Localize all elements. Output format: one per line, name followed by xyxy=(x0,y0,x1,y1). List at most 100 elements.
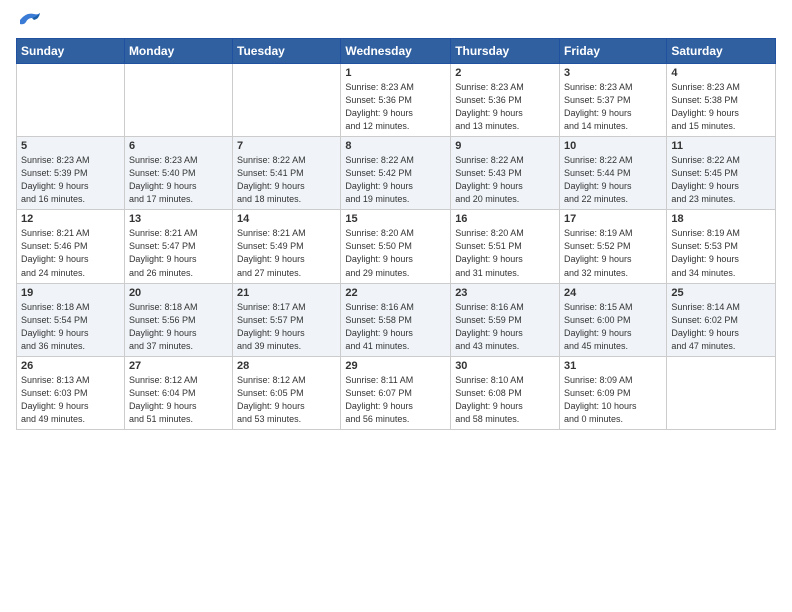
calendar-cell xyxy=(667,356,776,429)
day-info: Sunrise: 8:21 AM Sunset: 5:46 PM Dayligh… xyxy=(21,227,120,279)
calendar-cell xyxy=(124,64,232,137)
calendar-cell: 18 Sunrise: 8:19 AM Sunset: 5:53 PM Dayli… xyxy=(667,210,776,283)
calendar-cell: 8 Sunrise: 8:22 AM Sunset: 5:42 PM Daylig… xyxy=(341,137,451,210)
day-info: Sunrise: 8:23 AM Sunset: 5:38 PM Dayligh… xyxy=(671,81,771,133)
calendar-cell: 28 Sunrise: 8:12 AM Sunset: 6:05 PM Dayli… xyxy=(233,356,341,429)
day-number: 30 xyxy=(455,360,555,372)
day-info: Sunrise: 8:23 AM Sunset: 5:39 PM Dayligh… xyxy=(21,154,120,206)
calendar-cell: 24 Sunrise: 8:15 AM Sunset: 6:00 PM Dayli… xyxy=(560,283,667,356)
calendar-cell: 21Sunrise: 8:17 AM Sunset: 5:57 PM Dayli… xyxy=(233,283,341,356)
weekday-header: Saturday xyxy=(667,39,776,64)
day-number: 9 xyxy=(455,140,555,152)
day-number: 22 xyxy=(345,287,446,299)
day-number: 27 xyxy=(129,360,228,372)
day-info: Sunrise: 8:18 AM Sunset: 5:54 PM Dayligh… xyxy=(21,301,120,353)
day-number: 16 xyxy=(455,213,555,225)
header xyxy=(16,10,776,30)
day-number: 14 xyxy=(237,213,336,225)
calendar-cell: 19Sunrise: 8:18 AM Sunset: 5:54 PM Dayli… xyxy=(17,283,125,356)
day-info: Sunrise: 8:23 AM Sunset: 5:36 PM Dayligh… xyxy=(345,81,446,133)
day-number: 24 xyxy=(564,287,662,299)
calendar-cell xyxy=(17,64,125,137)
day-number: 28 xyxy=(237,360,336,372)
calendar-week-row: 1 Sunrise: 8:23 AM Sunset: 5:36 PM Daylig… xyxy=(17,64,776,137)
calendar-cell: 4 Sunrise: 8:23 AM Sunset: 5:38 PM Daylig… xyxy=(667,64,776,137)
day-info: Sunrise: 8:19 AM Sunset: 5:53 PM Dayligh… xyxy=(671,227,771,279)
day-info: Sunrise: 8:23 AM Sunset: 5:36 PM Dayligh… xyxy=(455,81,555,133)
day-number: 20 xyxy=(129,287,228,299)
day-number: 6 xyxy=(129,140,228,152)
calendar-cell: 2 Sunrise: 8:23 AM Sunset: 5:36 PM Daylig… xyxy=(451,64,560,137)
day-number: 26 xyxy=(21,360,120,372)
day-number: 13 xyxy=(129,213,228,225)
calendar-cell: 11 Sunrise: 8:22 AM Sunset: 5:45 PM Dayli… xyxy=(667,137,776,210)
calendar-cell: 13Sunrise: 8:21 AM Sunset: 5:47 PM Dayli… xyxy=(124,210,232,283)
calendar-cell: 30 Sunrise: 8:10 AM Sunset: 6:08 PM Dayli… xyxy=(451,356,560,429)
weekday-header: Tuesday xyxy=(233,39,341,64)
calendar-cell: 20 Sunrise: 8:18 AM Sunset: 5:56 PM Dayli… xyxy=(124,283,232,356)
logo xyxy=(16,10,42,30)
day-info: Sunrise: 8:22 AM Sunset: 5:43 PM Dayligh… xyxy=(455,154,555,206)
page: SundayMondayTuesdayWednesdayThursdayFrid… xyxy=(0,0,792,612)
calendar-cell: 26 Sunrise: 8:13 AM Sunset: 6:03 PM Dayli… xyxy=(17,356,125,429)
calendar-week-row: 19Sunrise: 8:18 AM Sunset: 5:54 PM Dayli… xyxy=(17,283,776,356)
day-number: 23 xyxy=(455,287,555,299)
day-number: 4 xyxy=(671,67,771,79)
calendar-cell: 1 Sunrise: 8:23 AM Sunset: 5:36 PM Daylig… xyxy=(341,64,451,137)
day-info: Sunrise: 8:20 AM Sunset: 5:50 PM Dayligh… xyxy=(345,227,446,279)
day-info: Sunrise: 8:16 AM Sunset: 5:59 PM Dayligh… xyxy=(455,301,555,353)
day-info: Sunrise: 8:11 AM Sunset: 6:07 PM Dayligh… xyxy=(345,374,446,426)
day-info: Sunrise: 8:16 AM Sunset: 5:58 PM Dayligh… xyxy=(345,301,446,353)
weekday-header: Wednesday xyxy=(341,39,451,64)
calendar-cell: 23 Sunrise: 8:16 AM Sunset: 5:59 PM Dayli… xyxy=(451,283,560,356)
calendar-week-row: 5 Sunrise: 8:23 AM Sunset: 5:39 PM Daylig… xyxy=(17,137,776,210)
day-number: 18 xyxy=(671,213,771,225)
day-number: 2 xyxy=(455,67,555,79)
day-info: Sunrise: 8:17 AM Sunset: 5:57 PM Dayligh… xyxy=(237,301,336,353)
day-info: Sunrise: 8:20 AM Sunset: 5:51 PM Dayligh… xyxy=(455,227,555,279)
day-number: 11 xyxy=(671,140,771,152)
day-number: 7 xyxy=(237,140,336,152)
day-info: Sunrise: 8:22 AM Sunset: 5:44 PM Dayligh… xyxy=(564,154,662,206)
day-info: Sunrise: 8:09 AM Sunset: 6:09 PM Dayligh… xyxy=(564,374,662,426)
day-info: Sunrise: 8:22 AM Sunset: 5:42 PM Dayligh… xyxy=(345,154,446,206)
day-info: Sunrise: 8:22 AM Sunset: 5:45 PM Dayligh… xyxy=(671,154,771,206)
calendar-cell: 17 Sunrise: 8:19 AM Sunset: 5:52 PM Dayli… xyxy=(560,210,667,283)
calendar: SundayMondayTuesdayWednesdayThursdayFrid… xyxy=(16,38,776,430)
calendar-cell: 5 Sunrise: 8:23 AM Sunset: 5:39 PM Daylig… xyxy=(17,137,125,210)
day-number: 5 xyxy=(21,140,120,152)
calendar-cell: 22 Sunrise: 8:16 AM Sunset: 5:58 PM Dayli… xyxy=(341,283,451,356)
day-number: 31 xyxy=(564,360,662,372)
day-number: 12 xyxy=(21,213,120,225)
day-info: Sunrise: 8:12 AM Sunset: 6:04 PM Dayligh… xyxy=(129,374,228,426)
day-info: Sunrise: 8:15 AM Sunset: 6:00 PM Dayligh… xyxy=(564,301,662,353)
day-number: 1 xyxy=(345,67,446,79)
calendar-cell: 15 Sunrise: 8:20 AM Sunset: 5:50 PM Dayli… xyxy=(341,210,451,283)
day-info: Sunrise: 8:13 AM Sunset: 6:03 PM Dayligh… xyxy=(21,374,120,426)
day-info: Sunrise: 8:21 AM Sunset: 5:49 PM Dayligh… xyxy=(237,227,336,279)
day-info: Sunrise: 8:12 AM Sunset: 6:05 PM Dayligh… xyxy=(237,374,336,426)
day-info: Sunrise: 8:23 AM Sunset: 5:37 PM Dayligh… xyxy=(564,81,662,133)
calendar-week-row: 12 Sunrise: 8:21 AM Sunset: 5:46 PM Dayli… xyxy=(17,210,776,283)
calendar-cell: 6Sunrise: 8:23 AM Sunset: 5:40 PM Daylig… xyxy=(124,137,232,210)
day-number: 10 xyxy=(564,140,662,152)
calendar-cell: 9 Sunrise: 8:22 AM Sunset: 5:43 PM Daylig… xyxy=(451,137,560,210)
calendar-cell: 29 Sunrise: 8:11 AM Sunset: 6:07 PM Dayli… xyxy=(341,356,451,429)
day-number: 17 xyxy=(564,213,662,225)
calendar-header-row: SundayMondayTuesdayWednesdayThursdayFrid… xyxy=(17,39,776,64)
logo-bird-icon xyxy=(18,10,42,30)
calendar-cell: 31 Sunrise: 8:09 AM Sunset: 6:09 PM Dayli… xyxy=(560,356,667,429)
day-number: 25 xyxy=(671,287,771,299)
calendar-cell: 14 Sunrise: 8:21 AM Sunset: 5:49 PM Dayli… xyxy=(233,210,341,283)
calendar-cell: 12 Sunrise: 8:21 AM Sunset: 5:46 PM Dayli… xyxy=(17,210,125,283)
day-info: Sunrise: 8:18 AM Sunset: 5:56 PM Dayligh… xyxy=(129,301,228,353)
calendar-cell xyxy=(233,64,341,137)
day-number: 29 xyxy=(345,360,446,372)
day-info: Sunrise: 8:22 AM Sunset: 5:41 PM Dayligh… xyxy=(237,154,336,206)
day-number: 8 xyxy=(345,140,446,152)
day-info: Sunrise: 8:10 AM Sunset: 6:08 PM Dayligh… xyxy=(455,374,555,426)
calendar-cell: 16 Sunrise: 8:20 AM Sunset: 5:51 PM Dayli… xyxy=(451,210,560,283)
day-number: 15 xyxy=(345,213,446,225)
calendar-cell: 27 Sunrise: 8:12 AM Sunset: 6:04 PM Dayli… xyxy=(124,356,232,429)
day-info: Sunrise: 8:19 AM Sunset: 5:52 PM Dayligh… xyxy=(564,227,662,279)
